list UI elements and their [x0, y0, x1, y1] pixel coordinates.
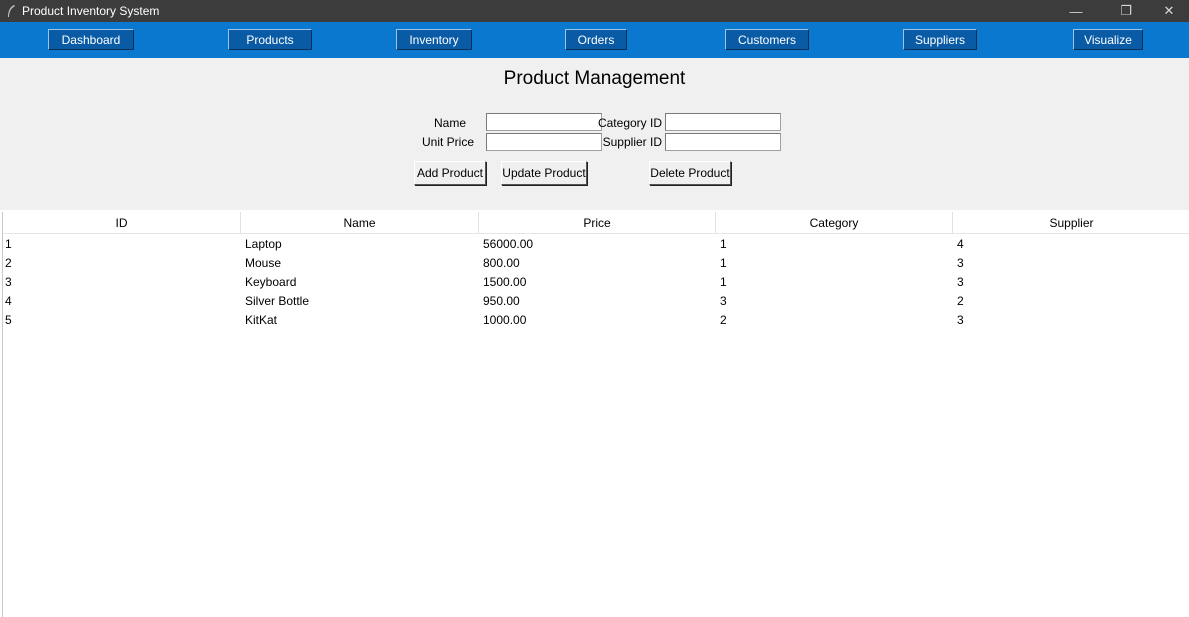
cell-id: 3	[5, 274, 12, 289]
category-id-label: Category ID	[597, 116, 662, 130]
column-header-name[interactable]: Name	[241, 212, 479, 234]
table-row[interactable]: 4 Silver Bottle 950.00 3 2	[3, 291, 1189, 310]
cell-id: 5	[5, 312, 12, 327]
window-title: Product Inventory System	[22, 4, 160, 18]
cell-price: 56000.00	[483, 236, 534, 251]
cell-supplier: 3	[957, 312, 964, 327]
close-icon[interactable]: ✕	[1146, 0, 1189, 22]
table-header: ID Name Price Category Supplier	[3, 212, 1189, 234]
nav-products-button[interactable]: Products	[228, 29, 312, 50]
nav-customers-button[interactable]: Customers	[725, 29, 809, 50]
nav-suppliers-button[interactable]: Suppliers	[903, 29, 977, 50]
column-header-price[interactable]: Price	[479, 212, 716, 234]
table-row[interactable]: 2 Mouse 800.00 1 3	[3, 253, 1189, 272]
delete-product-button[interactable]: Delete Product	[649, 161, 731, 185]
category-id-input[interactable]	[665, 113, 781, 131]
title-bar: Product Inventory System — ❐ ✕	[0, 0, 1189, 22]
cell-id: 2	[5, 255, 12, 270]
cell-supplier: 3	[957, 274, 964, 289]
table-row[interactable]: 1 Laptop 56000.00 1 4	[3, 234, 1189, 253]
table-row[interactable]: 3 Keyboard 1500.00 1 3	[3, 272, 1189, 291]
column-header-category[interactable]: Category	[716, 212, 953, 234]
name-input[interactable]	[486, 113, 602, 131]
cell-name: Laptop	[245, 236, 282, 251]
cell-supplier: 4	[957, 236, 964, 251]
cell-name: Keyboard	[245, 274, 297, 289]
page-title: Product Management	[503, 68, 686, 89]
cell-name: Mouse	[245, 255, 282, 270]
nav-inventory-button[interactable]: Inventory	[396, 29, 472, 50]
cell-price: 800.00	[483, 255, 520, 270]
column-header-id[interactable]: ID	[3, 212, 241, 234]
cell-price: 1500.00	[483, 274, 527, 289]
nav-visualize-button[interactable]: Visualize	[1073, 29, 1143, 50]
maximize-icon[interactable]: ❐	[1103, 0, 1149, 22]
cell-id: 4	[5, 293, 12, 308]
products-table[interactable]: ID Name Price Category Supplier 1 Laptop…	[2, 212, 1189, 617]
cell-price: 950.00	[483, 293, 520, 308]
unit-price-label: Unit Price	[421, 135, 474, 149]
cell-id: 1	[5, 236, 12, 251]
cell-category: 3	[720, 293, 727, 308]
cell-supplier: 3	[957, 255, 964, 270]
minimize-icon[interactable]: —	[1053, 0, 1099, 22]
add-product-button[interactable]: Add Product	[414, 161, 486, 185]
product-form-panel: Product Management Name Category ID Unit…	[0, 58, 1189, 210]
cell-price: 1000.00	[483, 312, 527, 327]
nav-orders-button[interactable]: Orders	[565, 29, 627, 50]
table-row[interactable]: 5 KitKat 1000.00 2 3	[3, 310, 1189, 329]
nav-dashboard-button[interactable]: Dashboard	[48, 29, 134, 50]
update-product-button[interactable]: Update Product	[501, 161, 587, 185]
name-label: Name	[433, 116, 466, 130]
unit-price-input[interactable]	[486, 133, 602, 151]
nav-bar: Dashboard Products Inventory Orders Cust…	[0, 22, 1189, 58]
cell-category: 1	[720, 274, 727, 289]
cell-name: Silver Bottle	[245, 293, 310, 308]
cell-category: 2	[720, 312, 727, 327]
feather-icon	[8, 5, 15, 17]
cell-supplier: 2	[957, 293, 964, 308]
cell-category: 1	[720, 236, 727, 251]
cell-category: 1	[720, 255, 727, 270]
cell-name: KitKat	[245, 312, 278, 327]
supplier-id-input[interactable]	[665, 133, 781, 151]
column-header-supplier[interactable]: Supplier	[953, 212, 1189, 234]
supplier-id-label: Supplier ID	[602, 135, 662, 149]
